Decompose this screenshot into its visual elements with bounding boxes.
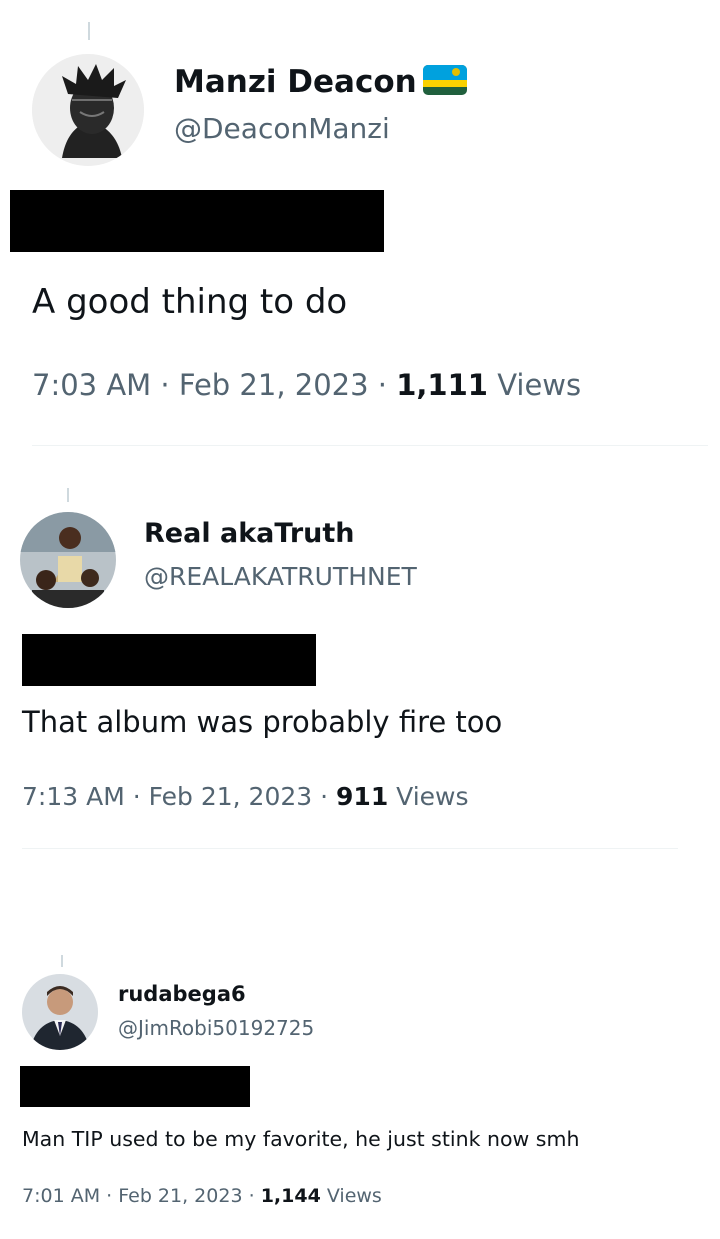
views-label: Views — [326, 1185, 382, 1207]
tweet-date[interactable]: Feb 21, 2023 — [149, 782, 313, 811]
rwanda-flag-icon — [422, 64, 467, 103]
user-handle[interactable]: @DeaconManzi — [174, 112, 390, 145]
user-handle[interactable]: @JimRobi50192725 — [118, 1016, 314, 1040]
tweet-date[interactable]: Feb 21, 2023 — [179, 368, 369, 402]
tweet-divider — [22, 848, 678, 849]
avatar-real-akatruth[interactable] — [20, 512, 116, 608]
avatar-manzi-deacon[interactable] — [32, 54, 144, 166]
tweet-meta: 7:01 AM · Feb 21, 2023 · 1,144 Views — [22, 1185, 382, 1207]
views-label: Views — [396, 782, 469, 811]
tweet-text: A good thing to do — [32, 282, 348, 322]
tweet-meta: 7:03 AM · Feb 21, 2023 · 1,111 Views — [32, 368, 581, 402]
avatar-group-photo-icon — [20, 512, 116, 608]
thread-line — [61, 955, 63, 967]
views-count: 1,111 — [396, 368, 488, 402]
separator: · — [160, 368, 170, 402]
separator: · — [320, 782, 329, 811]
tweet-divider — [32, 445, 708, 446]
views-count: 1,144 — [260, 1185, 321, 1207]
tweet-time[interactable]: 7:03 AM — [32, 368, 151, 402]
redacted-block — [22, 634, 316, 686]
avatar-portrait-icon — [32, 54, 144, 166]
redacted-block — [10, 190, 384, 252]
display-name[interactable]: rudabega6 — [118, 982, 246, 1006]
tweet-time[interactable]: 7:01 AM — [22, 1185, 100, 1207]
tweet-meta: 7:13 AM · Feb 21, 2023 · 911 Views — [22, 782, 469, 811]
tweet-text: Man TIP used to be my favorite, he just … — [22, 1127, 580, 1151]
user-handle[interactable]: @REALAKATRUTHNET — [144, 562, 417, 591]
tweet-text: That album was probably fire too — [22, 705, 503, 739]
thread-line — [88, 22, 90, 40]
separator: · — [106, 1185, 113, 1207]
tweet-date[interactable]: Feb 21, 2023 — [118, 1185, 242, 1207]
avatar-rudabega6[interactable] — [22, 974, 98, 1050]
redacted-block — [20, 1066, 250, 1107]
tweet-time[interactable]: 7:13 AM — [22, 782, 125, 811]
views-label: Views — [497, 368, 582, 402]
separator: · — [132, 782, 141, 811]
separator: · — [377, 368, 388, 402]
thread-line — [67, 488, 69, 502]
separator: · — [248, 1185, 255, 1207]
avatar-portrait-icon — [22, 974, 98, 1050]
views-count: 911 — [336, 782, 389, 811]
display-name[interactable]: Manzi Deacon — [174, 64, 467, 103]
display-name[interactable]: Real akaTruth — [144, 518, 355, 549]
